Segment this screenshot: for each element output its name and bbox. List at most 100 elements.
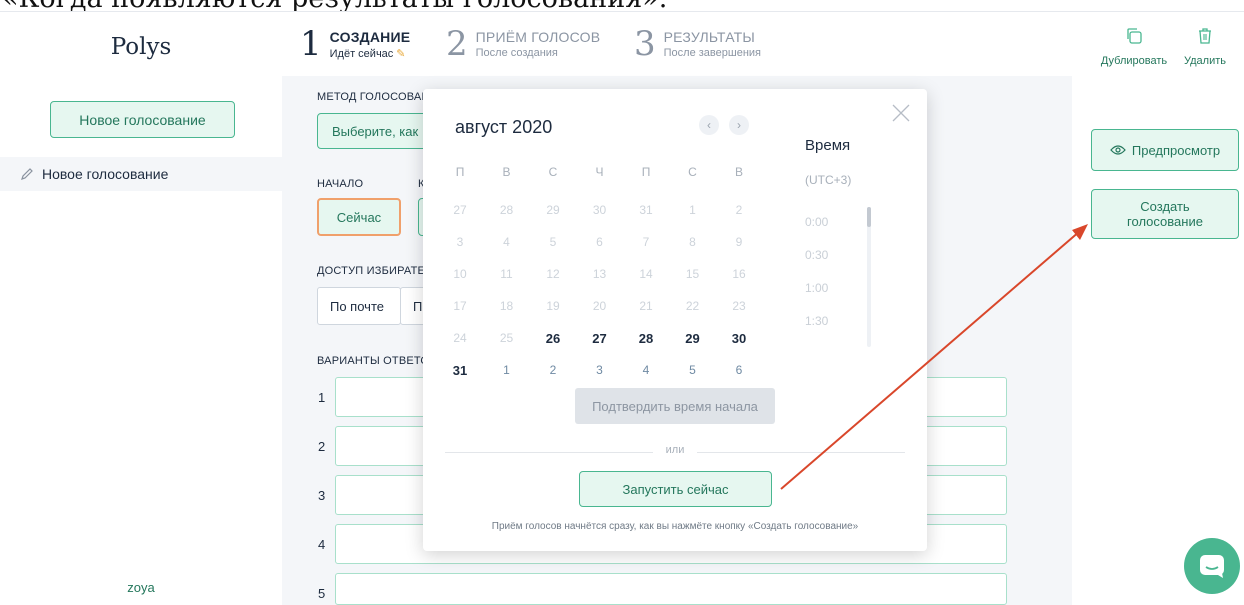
calendar-day: 19 [546,299,560,313]
sidebar-item-new-vote[interactable]: Новое голосование [0,157,282,191]
calendar-day[interactable]: 31 [448,363,472,378]
calendar-day: 27 [453,203,467,217]
calendar-day: 1 [689,203,696,217]
calendar-day: 9 [735,235,743,249]
answer-number: 3 [318,488,326,503]
timezone-label: (UTC+3) [805,173,852,187]
step-title: РЕЗУЛЬТАТЫ [663,29,755,45]
step-number: 1 [300,24,322,64]
calendar-day[interactable]: 4 [634,363,658,377]
duplicate-button[interactable]: Дублировать [1098,26,1170,67]
caption-text: «Когда появляются результаты голосования… [2,0,667,11]
calendar-day[interactable]: 2 [541,363,565,377]
calendar-day: 4 [503,235,510,249]
calendar-day: 29 [546,203,560,217]
calendar-day[interactable]: 3 [588,363,612,377]
calendar-day: 18 [499,299,514,313]
chat-icon [1200,555,1224,578]
chat-button[interactable] [1184,538,1240,594]
calendar-day: 21 [639,299,653,313]
app-logo[interactable]: Polys [0,34,282,60]
calendar-day: 24 [453,331,467,345]
chevron-left-icon[interactable]: ‹ [699,115,719,135]
calendar-day[interactable]: 26 [541,331,565,346]
calendar-day: 17 [453,299,467,313]
chevron-right-icon[interactable]: › [729,115,749,135]
calendar-day: 8 [689,235,696,249]
step-subtitle: После завершения [663,47,761,59]
preview-label: Предпросмотр [1131,142,1221,158]
eye-icon [1110,145,1126,155]
right-action-panel [1072,12,1244,605]
calendar-month: август 2020 [455,117,553,137]
delete-button[interactable]: Удалить [1180,26,1230,67]
new-vote-button[interactable]: Новое голосование [50,101,235,138]
calendar-day: 30 [592,203,607,217]
calendar-day: 22 [685,299,700,313]
step-subtitle: Идёт сейчас [329,48,394,60]
calendar-day[interactable]: 30 [727,331,751,346]
or-label: или [665,444,685,456]
time-scrollbar[interactable] [867,207,871,347]
create-vote-button[interactable]: Создать голосование [1091,189,1239,239]
sidebar: Polys Новое голосование Новое голосовани… [0,12,282,605]
access-option-email[interactable]: По почте [317,287,401,325]
date-picker-modal: август 2020 ‹ › П В С Ч П С В 27 28 29 30 31 1 2 3 4 5 6 7… [423,89,927,551]
calendar-day: 31 [639,203,653,217]
calendar-day[interactable]: 1 [495,363,519,377]
access-label: ДОСТУП ИЗБИРАТЕЛ [317,265,433,277]
calendar-day: 3 [456,235,464,249]
trash-icon [1199,28,1211,44]
start-now-toggle[interactable]: Сейчас [317,198,401,236]
calendar-day: 13 [592,267,607,281]
start-now-button[interactable]: Запустить сейчас [579,471,772,507]
calendar-day: 14 [639,267,653,281]
confirm-start-time-button[interactable]: Подтвердить время начала [575,388,775,424]
calendar-day: 6 [596,235,603,249]
pencil-icon [21,168,33,180]
time-slot[interactable]: 1:30 [805,314,828,328]
step-voting[interactable]: 2 ПРИЁМ ГОЛОСОВ После создания [446,26,600,62]
calendar-day: 23 [732,299,746,313]
step-title: СОЗДАНИЕ [329,29,411,45]
preview-button[interactable]: Предпросмотр [1091,129,1239,171]
answer-input[interactable] [335,573,1007,605]
step-creation[interactable]: 1 СОЗДАНИЕ Идёт сейчас ✎ [300,26,410,62]
sidebar-item-label: Новое голосование [42,166,169,182]
user-name[interactable]: zoya [0,580,282,595]
start-note: Приём голосов начнётся сразу, как вы наж… [491,521,859,532]
step-number: 3 [634,24,656,64]
calendar-day: 2 [735,203,743,217]
time-slot[interactable]: 0:00 [805,215,828,229]
weekday-header: Ч [595,165,604,179]
calendar-day: 11 [500,267,513,281]
calendar-day: 12 [546,267,560,281]
calendar-day: 10 [453,267,467,281]
duplicate-label: Дублировать [1100,55,1168,67]
delete-label: Удалить [1184,55,1226,67]
calendar-day[interactable]: 5 [681,363,705,377]
answer-number: 1 [318,390,326,405]
step-subtitle: После создания [475,47,558,59]
calendar-day[interactable]: 28 [634,331,658,346]
time-scrollbar-thumb[interactable] [867,207,871,227]
step-results[interactable]: 3 РЕЗУЛЬТАТЫ После завершения [634,26,761,62]
calendar-day: 28 [499,203,514,217]
calendar-day: 16 [732,267,746,281]
weekday-header: В [734,165,743,179]
time-slot[interactable]: 0:30 [805,248,828,262]
weekday-header: П [641,165,651,179]
pencil-icon: ✎ [396,48,406,60]
answer-number: 2 [318,439,326,454]
answer-number: 4 [318,537,326,552]
calendar-day[interactable]: 27 [588,331,612,346]
time-slot[interactable]: 1:00 [805,281,828,295]
weekday-header: В [502,165,511,179]
weekday-header: С [688,165,697,179]
calendar-day[interactable]: 6 [727,363,751,377]
calendar-day[interactable]: 29 [681,331,705,346]
calendar-day: 15 [685,267,700,281]
answer-number: 5 [318,586,326,601]
close-icon[interactable] [891,103,911,123]
step-header: 1 СОЗДАНИЕ Идёт сейчас ✎ 2 ПРИЁМ ГОЛОСОВ … [282,12,1244,76]
